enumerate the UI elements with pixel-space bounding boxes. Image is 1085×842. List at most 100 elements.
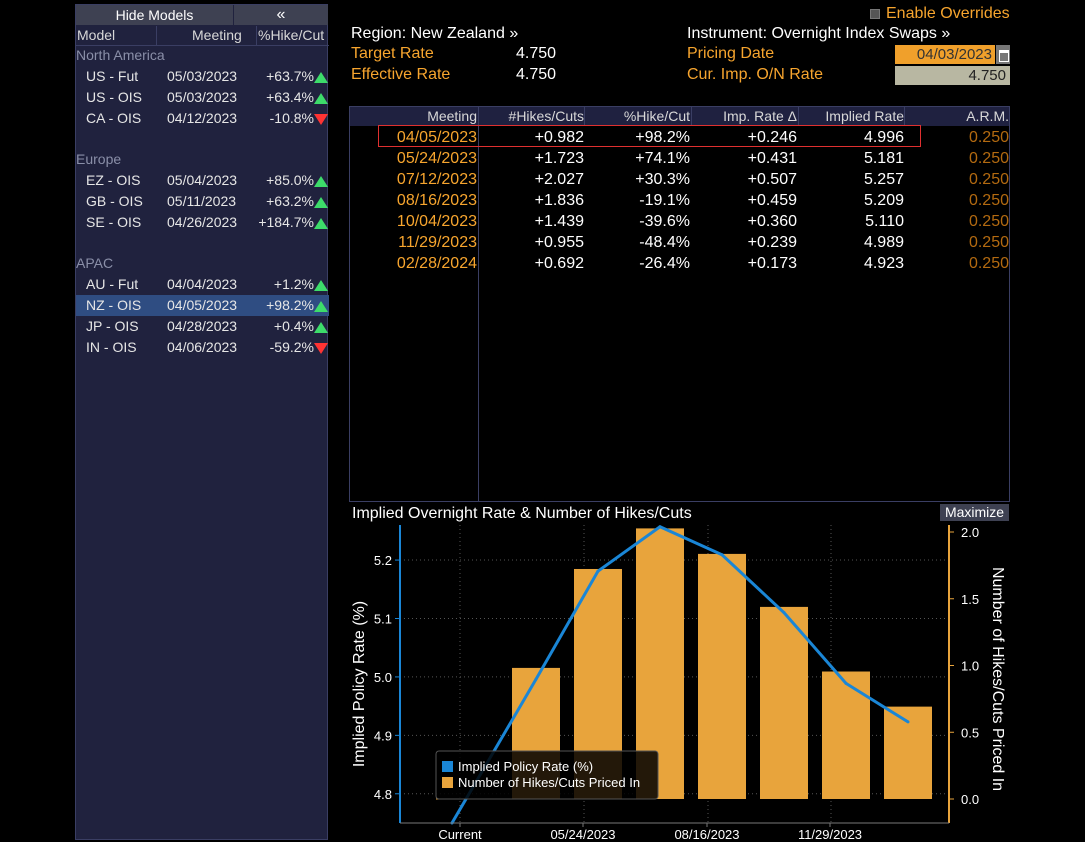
pricing-date-label: Pricing Date bbox=[687, 45, 775, 62]
header-model[interactable]: Model bbox=[77, 26, 115, 45]
implied-rate: 4.989 bbox=[863, 234, 904, 251]
hikes-cuts: +1.439 bbox=[534, 213, 584, 230]
imp-rate-delta: +0.459 bbox=[747, 192, 797, 209]
model-row[interactable]: NZ - OIS 04/05/2023 +98.2% bbox=[76, 295, 329, 316]
maximize-button[interactable]: Maximize bbox=[940, 504, 1009, 521]
arm-value: 0.250 bbox=[968, 234, 1009, 251]
column-divider bbox=[478, 107, 479, 126]
target-rate-value: 4.750 bbox=[516, 45, 557, 62]
imp-rate-delta: +0.431 bbox=[747, 150, 797, 167]
enable-overrides-checkbox[interactable] bbox=[870, 9, 880, 19]
meeting-date: 05/11/2023 bbox=[167, 193, 237, 209]
line-point bbox=[906, 720, 910, 724]
enable-overrides-label[interactable]: Enable Overrides bbox=[886, 5, 1010, 23]
arrow-up-icon bbox=[314, 218, 328, 229]
hikes-cuts: +0.692 bbox=[534, 255, 584, 272]
model-name: GB - OIS bbox=[86, 193, 143, 209]
arrow-up-icon bbox=[314, 322, 328, 333]
meetings-table: Meeting #Hikes/Cuts %Hike/Cut Imp. Rate … bbox=[349, 106, 1010, 502]
meeting-date: 04/26/2023 bbox=[167, 214, 238, 230]
calendar-icon[interactable] bbox=[996, 45, 1010, 64]
imp-rate-delta: +0.239 bbox=[747, 234, 797, 251]
legend-swatch-line bbox=[442, 761, 453, 772]
pct-hike-cut: +0.4% bbox=[273, 318, 314, 334]
region-selector[interactable]: Region: New Zealand » bbox=[351, 25, 518, 43]
model-row[interactable]: GB - OIS 05/11/2023 +63.2% bbox=[76, 191, 329, 212]
model-name: US - OIS bbox=[86, 89, 143, 105]
col-pct-hike-cut[interactable]: %Hike/Cut bbox=[624, 107, 690, 126]
meeting-date: 04/04/2023 bbox=[167, 276, 238, 292]
meeting-date: 04/28/2023 bbox=[167, 318, 238, 334]
meeting-date: 05/04/2023 bbox=[167, 172, 238, 188]
arm-value: 0.250 bbox=[968, 213, 1009, 230]
arm-value: 0.250 bbox=[968, 255, 1009, 272]
model-row[interactable]: EZ - OIS 05/04/2023 +85.0% bbox=[76, 170, 329, 191]
cur-imp-rate-field[interactable]: 4.750 bbox=[895, 66, 1010, 85]
line-point bbox=[782, 611, 786, 615]
y2-tick-label: 2.0 bbox=[961, 525, 979, 540]
table-row[interactable]: 08/16/2023 +1.836 -19.1% +0.459 5.209 0.250 bbox=[350, 190, 1009, 211]
arrow-up-icon bbox=[314, 280, 328, 291]
x-tick-label: 05/24/2023 bbox=[550, 827, 615, 842]
col-arm[interactable]: A.R.M. bbox=[966, 107, 1009, 126]
model-row[interactable]: IN - OIS 04/06/2023 -59.2% bbox=[76, 337, 329, 358]
legend-label: Number of Hikes/Cuts Priced In bbox=[458, 775, 640, 790]
arm-value: 0.250 bbox=[968, 150, 1009, 167]
pct-hike-cut: +1.2% bbox=[273, 276, 314, 292]
model-name: NZ - OIS bbox=[86, 297, 142, 313]
pct-hike-cut: -19.1% bbox=[639, 192, 690, 209]
implied-rate: 5.257 bbox=[863, 171, 904, 188]
imp-rate-delta: +0.173 bbox=[747, 255, 797, 272]
model-row[interactable]: CA - OIS 04/12/2023 -10.8% bbox=[76, 108, 329, 129]
line-point bbox=[844, 681, 848, 685]
model-name: IN - OIS bbox=[86, 339, 137, 355]
pct-hike-cut: +184.7% bbox=[258, 214, 314, 230]
y2-tick-label: 0.5 bbox=[961, 725, 979, 740]
model-row[interactable]: JP - OIS 04/28/2023 +0.4% bbox=[76, 316, 329, 337]
column-divider bbox=[691, 107, 692, 126]
col-imp-rate-delta[interactable]: Imp. Rate Δ bbox=[723, 107, 797, 126]
model-row[interactable]: AU - Fut 04/04/2023 +1.2% bbox=[76, 274, 329, 295]
imp-rate-delta: +0.507 bbox=[747, 171, 797, 188]
hikes-cuts: +0.955 bbox=[534, 234, 584, 251]
model-name: AU - Fut bbox=[86, 276, 139, 292]
table-row[interactable]: 07/12/2023 +2.027 +30.3% +0.507 5.257 0.250 bbox=[350, 169, 1009, 190]
pct-hike-cut: +63.2% bbox=[266, 193, 314, 209]
table-row[interactable]: 10/04/2023 +1.439 -39.6% +0.360 5.110 0.250 bbox=[350, 211, 1009, 232]
model-name: US - Fut bbox=[86, 68, 139, 84]
pct-hike-cut: -39.6% bbox=[639, 213, 690, 230]
collapse-panel-button[interactable]: « bbox=[234, 5, 328, 25]
rate-hikes-chart: 4.8 4.9 5.0 5.1 5.2 0.0 0.5 1.0 1.5 2.0 Current 05/… bbox=[351, 525, 1006, 842]
arrow-up-icon bbox=[314, 93, 328, 104]
x-tick-label: Current bbox=[438, 827, 482, 842]
instrument-selector[interactable]: Instrument: Overnight Index Swaps » bbox=[687, 25, 950, 43]
col-meeting[interactable]: Meeting bbox=[427, 107, 477, 126]
hide-models-button[interactable]: Hide Models bbox=[76, 5, 233, 25]
table-row[interactable]: 05/24/2023 +1.723 +74.1% +0.431 5.181 0.250 bbox=[350, 148, 1009, 169]
table-row[interactable]: 11/29/2023 +0.955 -48.4% +0.239 4.989 0.250 bbox=[350, 232, 1009, 253]
pricing-date-field[interactable]: 04/03/2023 bbox=[895, 45, 995, 64]
header-pct-hike-cut[interactable]: %Hike/Cut bbox=[258, 26, 324, 45]
hikes-cuts: +1.836 bbox=[534, 192, 584, 209]
model-name: EZ - OIS bbox=[86, 172, 141, 188]
meeting-date: 02/28/2024 bbox=[396, 255, 477, 272]
meeting-date: 05/03/2023 bbox=[167, 68, 238, 84]
y-tick-label: 5.0 bbox=[374, 670, 392, 685]
table-row[interactable]: 02/28/2024 +0.692 -26.4% +0.173 4.923 0.250 bbox=[350, 253, 1009, 274]
pct-hike-cut: +85.0% bbox=[266, 172, 314, 188]
arrow-up-icon bbox=[314, 301, 328, 312]
meeting-date: 04/06/2023 bbox=[167, 339, 238, 355]
hikes-cuts: +2.027 bbox=[534, 171, 584, 188]
header-meeting[interactable]: Meeting bbox=[192, 26, 242, 45]
group-header: APAC bbox=[76, 255, 114, 271]
model-row[interactable]: US - Fut 05/03/2023 +63.7% bbox=[76, 66, 329, 87]
model-name: CA - OIS bbox=[86, 110, 142, 126]
model-row[interactable]: US - OIS 05/03/2023 +63.4% bbox=[76, 87, 329, 108]
model-row[interactable]: SE - OIS 04/26/2023 +184.7% bbox=[76, 212, 329, 233]
col-hikes-cuts[interactable]: #Hikes/Cuts bbox=[509, 107, 584, 126]
arrow-up-icon bbox=[314, 197, 328, 208]
y2-tick-label: 0.0 bbox=[961, 792, 979, 807]
col-implied-rate[interactable]: Implied Rate bbox=[825, 107, 904, 126]
effective-rate-value: 4.750 bbox=[516, 66, 557, 83]
effective-rate-label: Effective Rate bbox=[351, 66, 451, 83]
